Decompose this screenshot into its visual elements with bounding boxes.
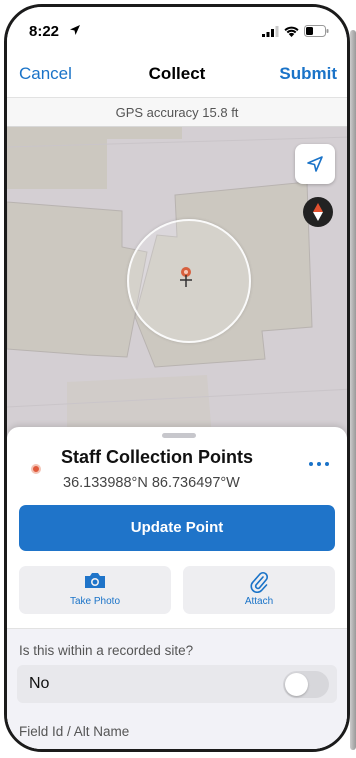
form-section: Is this within a recorded site? No Field…	[7, 628, 347, 749]
toggle-value: No	[29, 675, 50, 692]
compass-icon	[313, 203, 323, 221]
camera-icon	[19, 571, 171, 591]
field-id-label: Field Id / Alt Name	[19, 724, 130, 739]
submit-button[interactable]: Submit	[279, 64, 337, 84]
navigation-bar: Cancel Collect Submit	[7, 51, 347, 97]
current-location-button[interactable]	[295, 144, 335, 184]
take-photo-button[interactable]: Take Photo	[19, 566, 171, 614]
home-indicator	[125, 749, 237, 752]
update-point-button[interactable]: Update Point	[19, 505, 335, 551]
wifi-icon	[284, 26, 299, 37]
device-edge	[350, 30, 356, 750]
question-label: Is this within a recorded site?	[19, 643, 194, 658]
more-dot-icon	[317, 462, 321, 466]
paperclip-icon	[183, 571, 335, 593]
compass-button[interactable]	[303, 197, 333, 227]
location-arrow-icon	[307, 156, 323, 172]
take-photo-label: Take Photo	[69, 596, 121, 607]
status-icons	[262, 25, 329, 37]
toggle-knob	[285, 673, 308, 696]
battery-icon	[304, 25, 329, 37]
point-coordinates: 36.133988°N 86.736497°W	[63, 475, 240, 491]
attach-button[interactable]: Attach	[183, 566, 335, 614]
signal-icon	[262, 25, 279, 37]
attach-label: Attach	[244, 596, 274, 607]
recorded-site-toggle[interactable]	[283, 671, 329, 698]
recorded-site-field[interactable]: No	[17, 665, 337, 703]
status-bar: 8:22	[7, 7, 347, 51]
location-services-icon	[70, 25, 80, 35]
more-dot-icon	[309, 462, 313, 466]
more-options-button[interactable]	[309, 462, 329, 466]
location-pin-icon	[180, 267, 192, 287]
layer-symbol-icon	[31, 464, 41, 474]
phone-screen: 8:22 Cancel Collect Submit GPS accuracy …	[4, 4, 350, 752]
bottom-sheet: Staff Collection Points 36.133988°N 86.7…	[7, 427, 347, 749]
map-view[interactable]	[7, 127, 347, 437]
layer-name: Staff Collection Points	[61, 447, 254, 467]
sheet-grab-handle[interactable]	[162, 433, 196, 438]
more-dot-icon	[325, 462, 329, 466]
gps-accuracy-banner: GPS accuracy 15.8 ft	[7, 97, 347, 127]
status-time: 8:22	[29, 23, 60, 40]
